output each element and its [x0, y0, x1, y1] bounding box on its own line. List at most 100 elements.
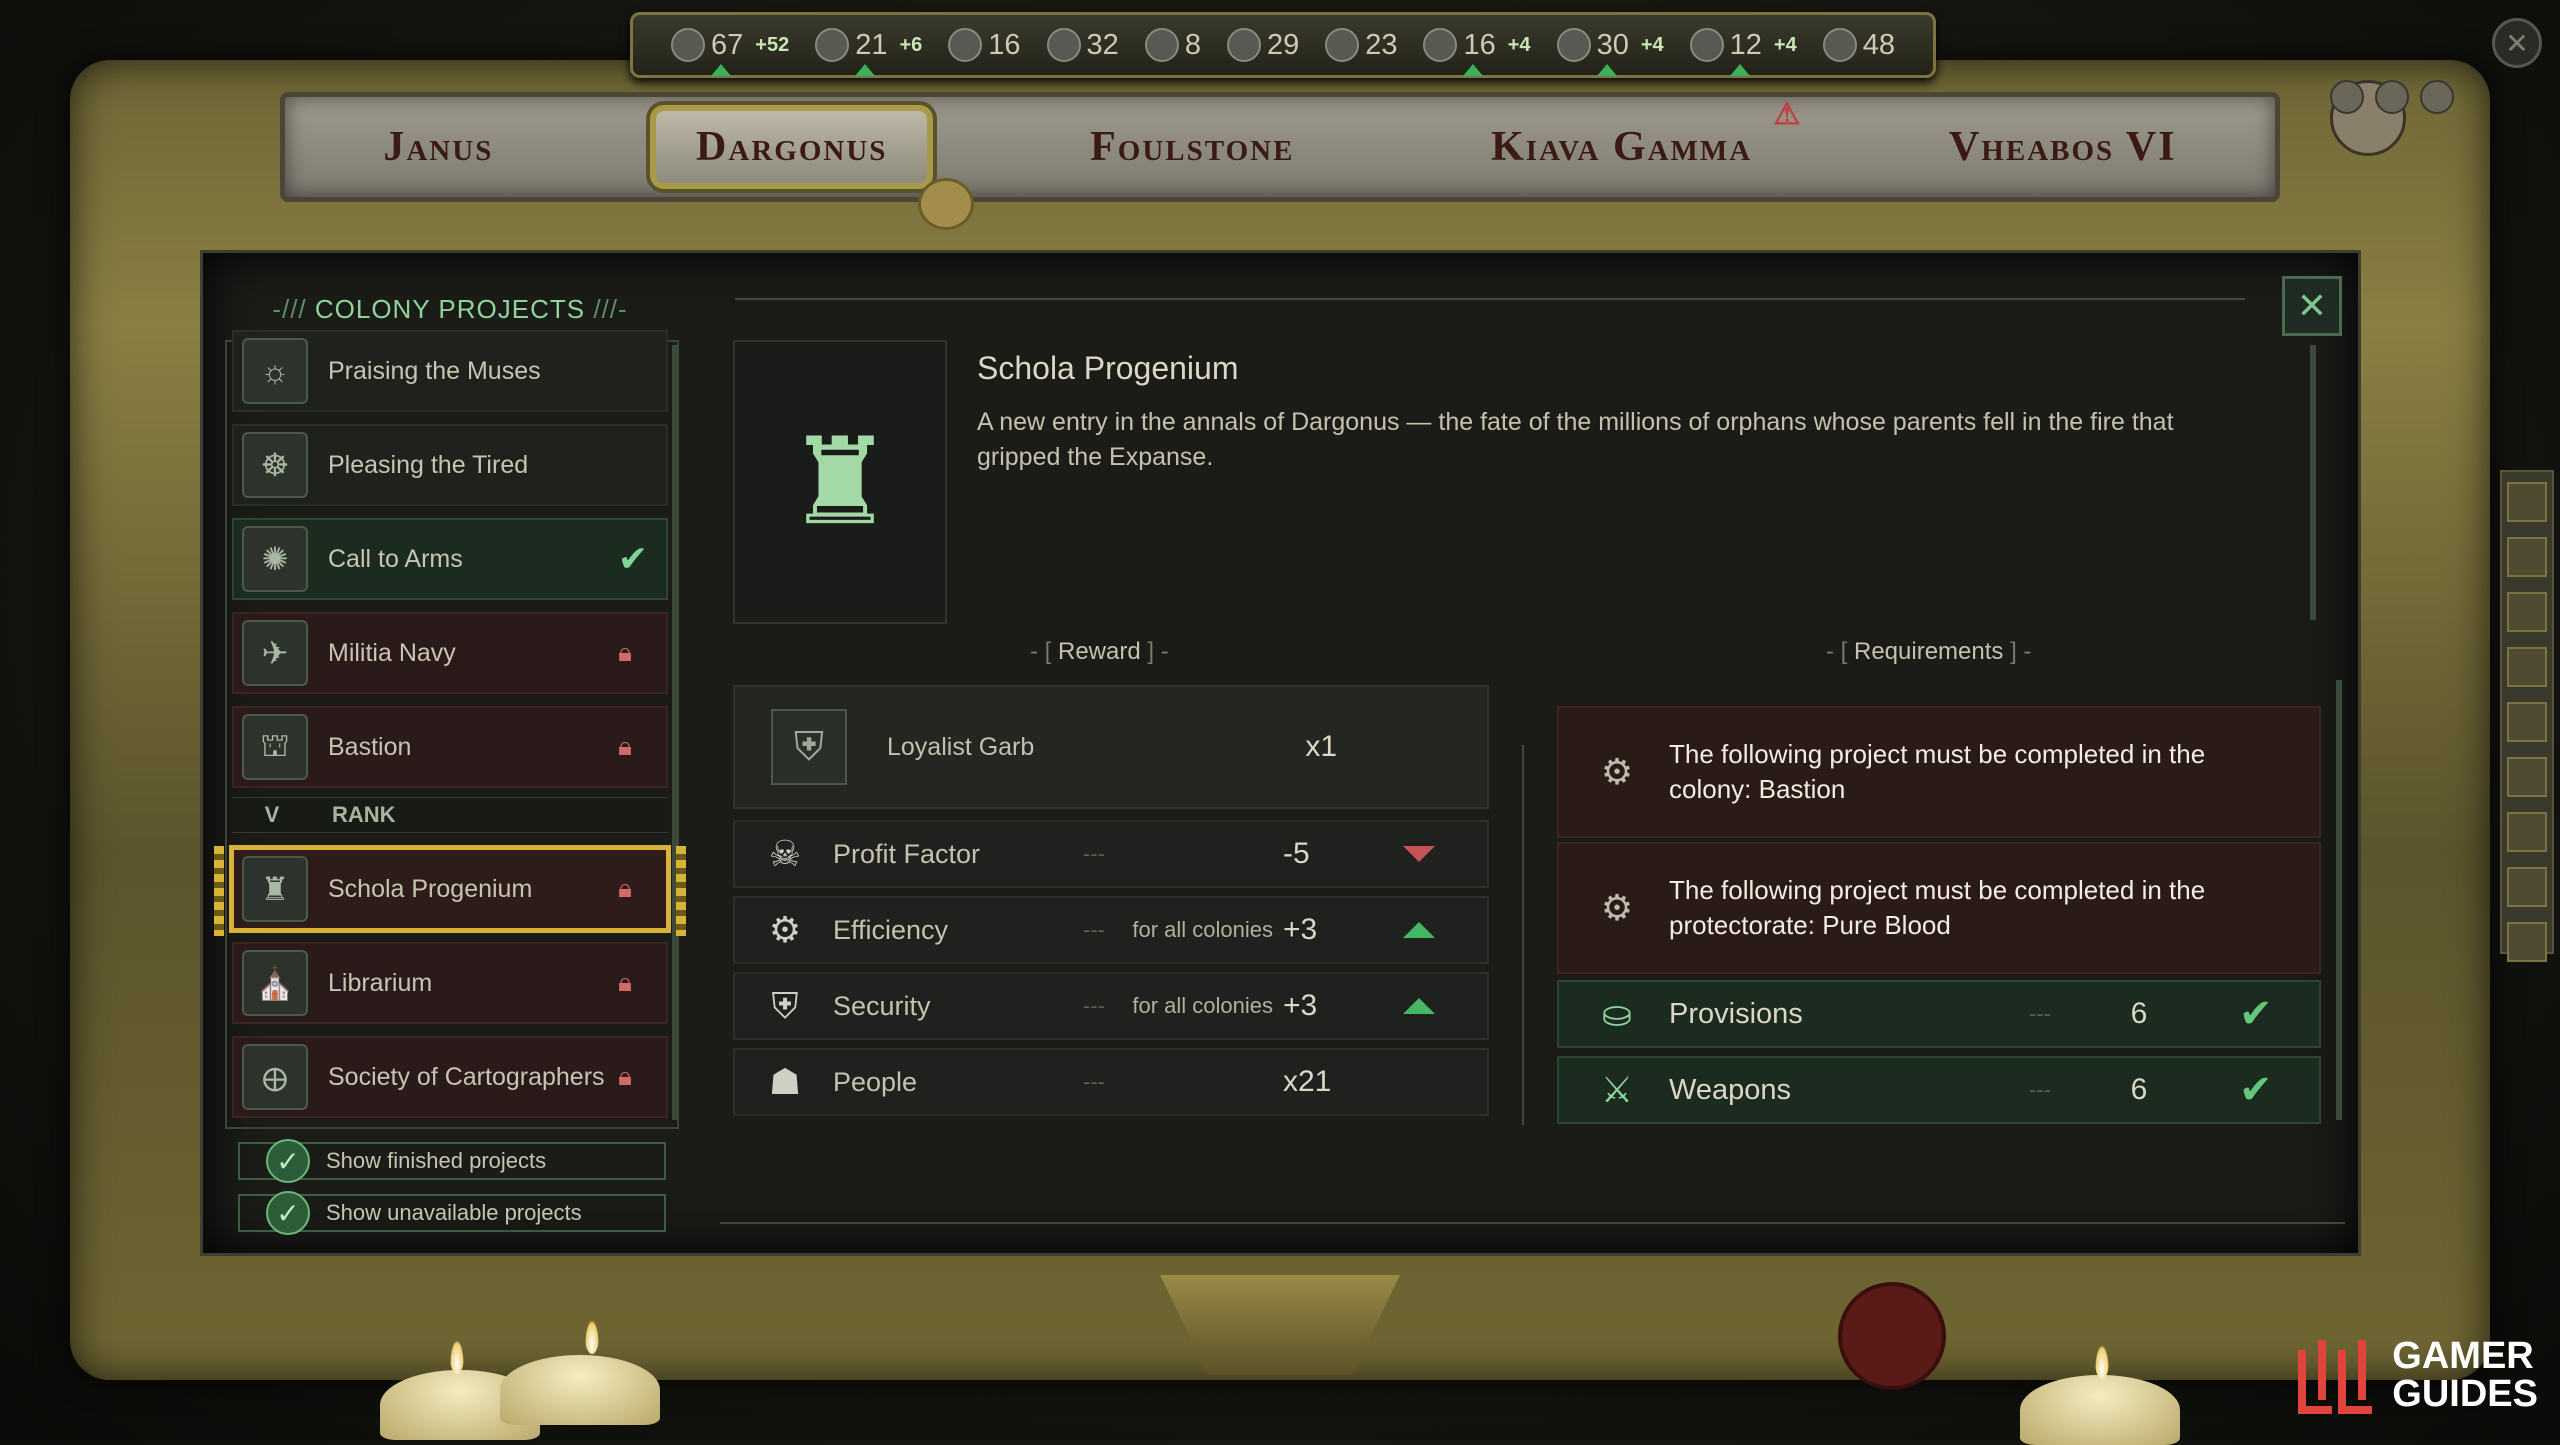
trend-up-icon — [1403, 998, 1435, 1014]
stat-value: -5 — [1283, 837, 1310, 870]
requirements-heading: - [ Requirements ] - — [1826, 638, 2032, 665]
resource-cog[interactable]: 48 — [1822, 28, 1895, 62]
stat-value: +3 — [1283, 989, 1318, 1022]
sidebar-button[interactable] — [2507, 592, 2547, 632]
tab-kiava-gamma[interactable]: Kiava Gamma ⚠ — [1451, 98, 1800, 183]
reward-item[interactable]: ⛨ Loyalist Garb x1 — [733, 685, 1489, 809]
sidebar-button[interactable] — [2507, 702, 2547, 742]
resource-ore[interactable]: 16 +4 — [1423, 28, 1531, 76]
stat-dash: --- — [1083, 1069, 1105, 1094]
resource-document[interactable]: 32 — [1046, 28, 1119, 62]
project-name: Librarium — [328, 968, 433, 997]
resource-delta: +4 — [1507, 33, 1531, 56]
tab-label: Dargonus — [696, 124, 888, 170]
resource-value: 23 — [1365, 28, 1398, 61]
project-icon: ♜ — [242, 856, 308, 922]
project-requirement-icon: ⚙ — [1600, 751, 1634, 792]
reward-qty: x1 — [1305, 730, 1337, 763]
skull-emblem-icon — [918, 178, 974, 230]
resource-delta: +4 — [1640, 33, 1664, 56]
resource-people[interactable]: 16 — [948, 28, 1021, 62]
project-militia-navy[interactable]: ✈ Militia Navy 🔒︎ — [232, 612, 668, 694]
check-icon: ✔ — [2239, 992, 2273, 1036]
stat-dash: --- — [1083, 993, 1105, 1018]
stat-profit-factor: ☠ Profit Factor --- -5 — [733, 820, 1489, 888]
stat-label: Profit Factor — [833, 838, 981, 869]
project-bastion[interactable]: ⛫ Bastion 🔒︎ — [232, 706, 668, 788]
project-praising-the-muses[interactable]: ☼ Praising the Muses — [232, 330, 668, 412]
project-icon: ✈ — [242, 620, 308, 686]
sidebar-button[interactable] — [2507, 757, 2547, 797]
requirement-weapons: ⚔ Weapons --- 6 ✔ — [1557, 1056, 2321, 1124]
stat-efficiency: ⚙ Efficiency --- for all colonies +3 — [733, 896, 1489, 964]
sidebar-button[interactable] — [2507, 647, 2547, 687]
toggle-show-finished[interactable]: ✓ Show finished projects — [238, 1139, 666, 1183]
gamer-guides-logo-icon — [2298, 1340, 2373, 1414]
description-scrollbar[interactable] — [2310, 345, 2316, 620]
watermark-line1: GAMER — [2392, 1335, 2534, 1377]
weapons-icon: ⚔ — [1600, 1069, 1634, 1110]
resource-ration[interactable]: 30 +4 — [1556, 28, 1664, 76]
watermark-line2: GUIDES — [2392, 1373, 2538, 1415]
security-icon: ⛨ — [771, 984, 799, 1026]
alert-icon: ⚠ — [1773, 98, 1803, 131]
project-society-of-cartographers[interactable]: 🜨 Society of Cartographers 🔒︎ — [232, 1036, 668, 1118]
ration-icon — [1556, 28, 1591, 62]
resource-value: 16 — [1463, 28, 1496, 61]
resource-delta: +6 — [899, 33, 923, 56]
cog-icon — [1822, 28, 1857, 62]
toggle-label: Show finished projects — [326, 1148, 547, 1173]
trend-up-icon — [1729, 64, 1750, 76]
tab-vheabos-vi[interactable]: Vheabos VI — [1909, 111, 2217, 183]
trend-up-icon — [711, 64, 731, 76]
sidebar-button[interactable] — [2507, 812, 2547, 852]
requirement-text: The following project must be completed … — [1669, 875, 2206, 940]
resource-delta: +52 — [755, 33, 790, 56]
reward-name: Loyalist Garb — [887, 732, 1035, 761]
project-schola-progenium[interactable]: ♜ Schola Progenium 🔒︎ — [214, 845, 686, 936]
resource-gear[interactable]: 8 — [1144, 28, 1201, 62]
tab-dargonus[interactable]: Dargonus — [650, 105, 934, 189]
resource-supply[interactable]: 21 +6 — [815, 28, 923, 76]
requirements-scrollbar[interactable] — [2336, 680, 2342, 1120]
sidebar-button[interactable] — [2507, 922, 2547, 962]
provisions-icon: ⛀ — [1601, 993, 1633, 1034]
watermark: GAMER GUIDES — [2292, 1330, 2538, 1420]
resource-value: 16 — [988, 28, 1021, 61]
close-game-button[interactable]: ✕ — [2492, 18, 2542, 68]
panel-close-button[interactable]: ✕ — [2282, 276, 2342, 336]
sidebar-button[interactable] — [2507, 867, 2547, 907]
list-scrollbar[interactable] — [672, 345, 678, 1120]
project-name: Schola Progenium — [328, 874, 533, 903]
project-pleasing-the-tired[interactable]: ☸ Pleasing the Tired — [232, 424, 668, 506]
toggle-show-unavailable[interactable]: ✓ Show unavailable projects — [238, 1191, 666, 1235]
lock-icon: 🔒︎ — [618, 637, 632, 667]
project-librarium[interactable]: ⛪ Librarium 🔒︎ — [232, 942, 668, 1024]
lock-icon: 🔒︎ — [618, 967, 632, 997]
candle-flame — [2095, 1345, 2109, 1379]
resource-value: 8 — [1184, 28, 1201, 61]
candle — [500, 1355, 660, 1425]
project-name: Praising the Muses — [328, 356, 541, 385]
resource-coin[interactable]: 67 +52 — [671, 28, 790, 76]
project-title: Schola Progenium — [977, 350, 1239, 386]
project-description: A new entry in the annals of Dargonus — … — [977, 408, 2174, 471]
tab-janus[interactable]: Janus — [343, 111, 533, 183]
project-requirement-icon: ⚙ — [1600, 887, 1634, 928]
resource-plant[interactable]: 12 +4 — [1689, 28, 1797, 76]
ore-icon — [1423, 28, 1458, 62]
project-name: Bastion — [328, 732, 412, 761]
sidebar-button[interactable] — [2507, 482, 2547, 522]
project-call-to-arms[interactable]: ✺ Call to Arms ✔ — [232, 518, 668, 600]
right-sidebar — [2500, 470, 2554, 962]
toggle-label: Show unavailable projects — [326, 1200, 582, 1225]
trend-down-icon — [1403, 846, 1435, 862]
resource-rifle[interactable]: 23 — [1325, 28, 1397, 62]
resource-crate[interactable]: 29 — [1226, 28, 1299, 62]
stat-label: People — [833, 1066, 918, 1097]
tab-label: Kiava Gamma — [1491, 124, 1753, 170]
tab-foulstone[interactable]: Foulstone — [1050, 111, 1334, 183]
stat-dash: --- — [1083, 917, 1105, 942]
sidebar-button[interactable] — [2507, 537, 2547, 577]
tab-label: Foulstone — [1090, 124, 1295, 170]
